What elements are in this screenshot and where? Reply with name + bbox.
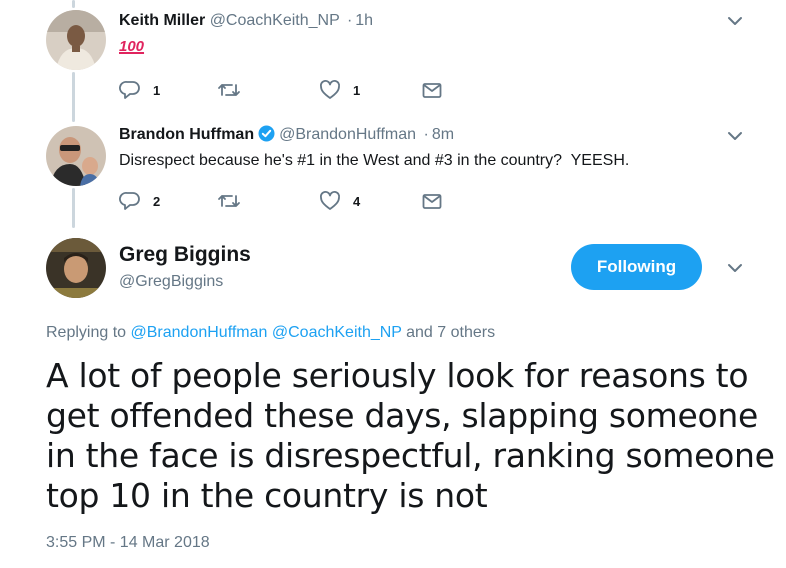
tweet-header: Keith Miller @CoachKeith_NP · 1h (119, 11, 373, 31)
tweet-text-line: get offended these days, slapping someon… (46, 396, 758, 435)
dm-icon (422, 194, 442, 209)
tweet-time[interactable]: 8m (432, 126, 454, 143)
reply-count: 1 (153, 82, 161, 98)
mention-link[interactable]: @BrandonHuffman (131, 324, 268, 341)
like-count: 1 (353, 82, 361, 98)
following-button[interactable]: Following (571, 244, 702, 290)
reply-button[interactable]: 1 (119, 79, 160, 101)
tweet-text-line: top 10 in the country is not (46, 476, 488, 515)
tweet-text-line: A lot of people seriously look for reaso… (46, 356, 749, 395)
mention-link[interactable]: @CoachKeith_NP (272, 324, 402, 341)
reply-icon (119, 81, 140, 99)
verified-icon (258, 125, 275, 148)
reply-button[interactable]: 2 (119, 190, 160, 212)
tweet-timestamp[interactable]: 3:55 PM - 14 Mar 2018 (46, 533, 210, 553)
caret-down-icon[interactable] (725, 11, 745, 31)
reply-count: 2 (153, 193, 161, 209)
thread-connector (72, 188, 75, 228)
tweet-thread: Keith Miller @CoachKeith_NP ·1h 100 1 1 (0, 0, 786, 568)
user-handle[interactable]: @GregBiggins (119, 272, 223, 292)
avatar[interactable] (46, 238, 106, 298)
retweet-icon (218, 84, 240, 96)
display-name[interactable]: Keith Miller (119, 12, 205, 29)
reply-icon (119, 192, 140, 210)
user-handle[interactable]: @CoachKeith_NP (210, 12, 340, 29)
replying-suffix: and 7 others (406, 324, 496, 341)
hundred-points-emoji: 100 (119, 38, 145, 55)
like-icon (320, 80, 340, 99)
user-handle[interactable]: @BrandonHuffman (279, 126, 416, 143)
like-count: 4 (353, 193, 361, 209)
replying-to: Replying to @BrandonHuffman @CoachKeith_… (46, 323, 495, 343)
dm-button[interactable] (421, 79, 443, 101)
separator-dot: · (423, 126, 429, 143)
like-button[interactable]: 4 (319, 190, 360, 212)
caret-down-icon[interactable] (725, 126, 745, 146)
replying-prefix: Replying to (46, 324, 127, 341)
tweet-text-line: in the face is disrespectful, ranking so… (46, 436, 775, 475)
avatar[interactable] (46, 10, 106, 70)
tweet-text: Disrespect because he's #1 in the West a… (119, 152, 630, 169)
dm-icon (422, 83, 442, 98)
display-name[interactable]: Greg Biggins (119, 243, 251, 267)
avatar[interactable] (46, 126, 106, 186)
retweet-icon (218, 195, 240, 207)
display-name[interactable]: Brandon Huffman (119, 126, 254, 143)
separator-dot: · (346, 12, 353, 29)
tweet-text: 100 (119, 37, 144, 57)
thread-connector-top (72, 0, 75, 8)
tweet-time[interactable]: 1h (355, 12, 373, 29)
tweet-header: Brandon Huffman @BrandonHuffman · 8m (119, 125, 454, 148)
retweet-button[interactable] (217, 190, 241, 212)
retweet-button[interactable] (217, 79, 241, 101)
like-button[interactable]: 1 (319, 79, 360, 101)
tweet-text: A lot of people seriously look for reaso… (46, 356, 775, 516)
caret-down-icon[interactable] (725, 258, 745, 278)
thread-connector (72, 72, 75, 122)
dm-button[interactable] (421, 190, 443, 212)
like-icon (320, 191, 340, 210)
